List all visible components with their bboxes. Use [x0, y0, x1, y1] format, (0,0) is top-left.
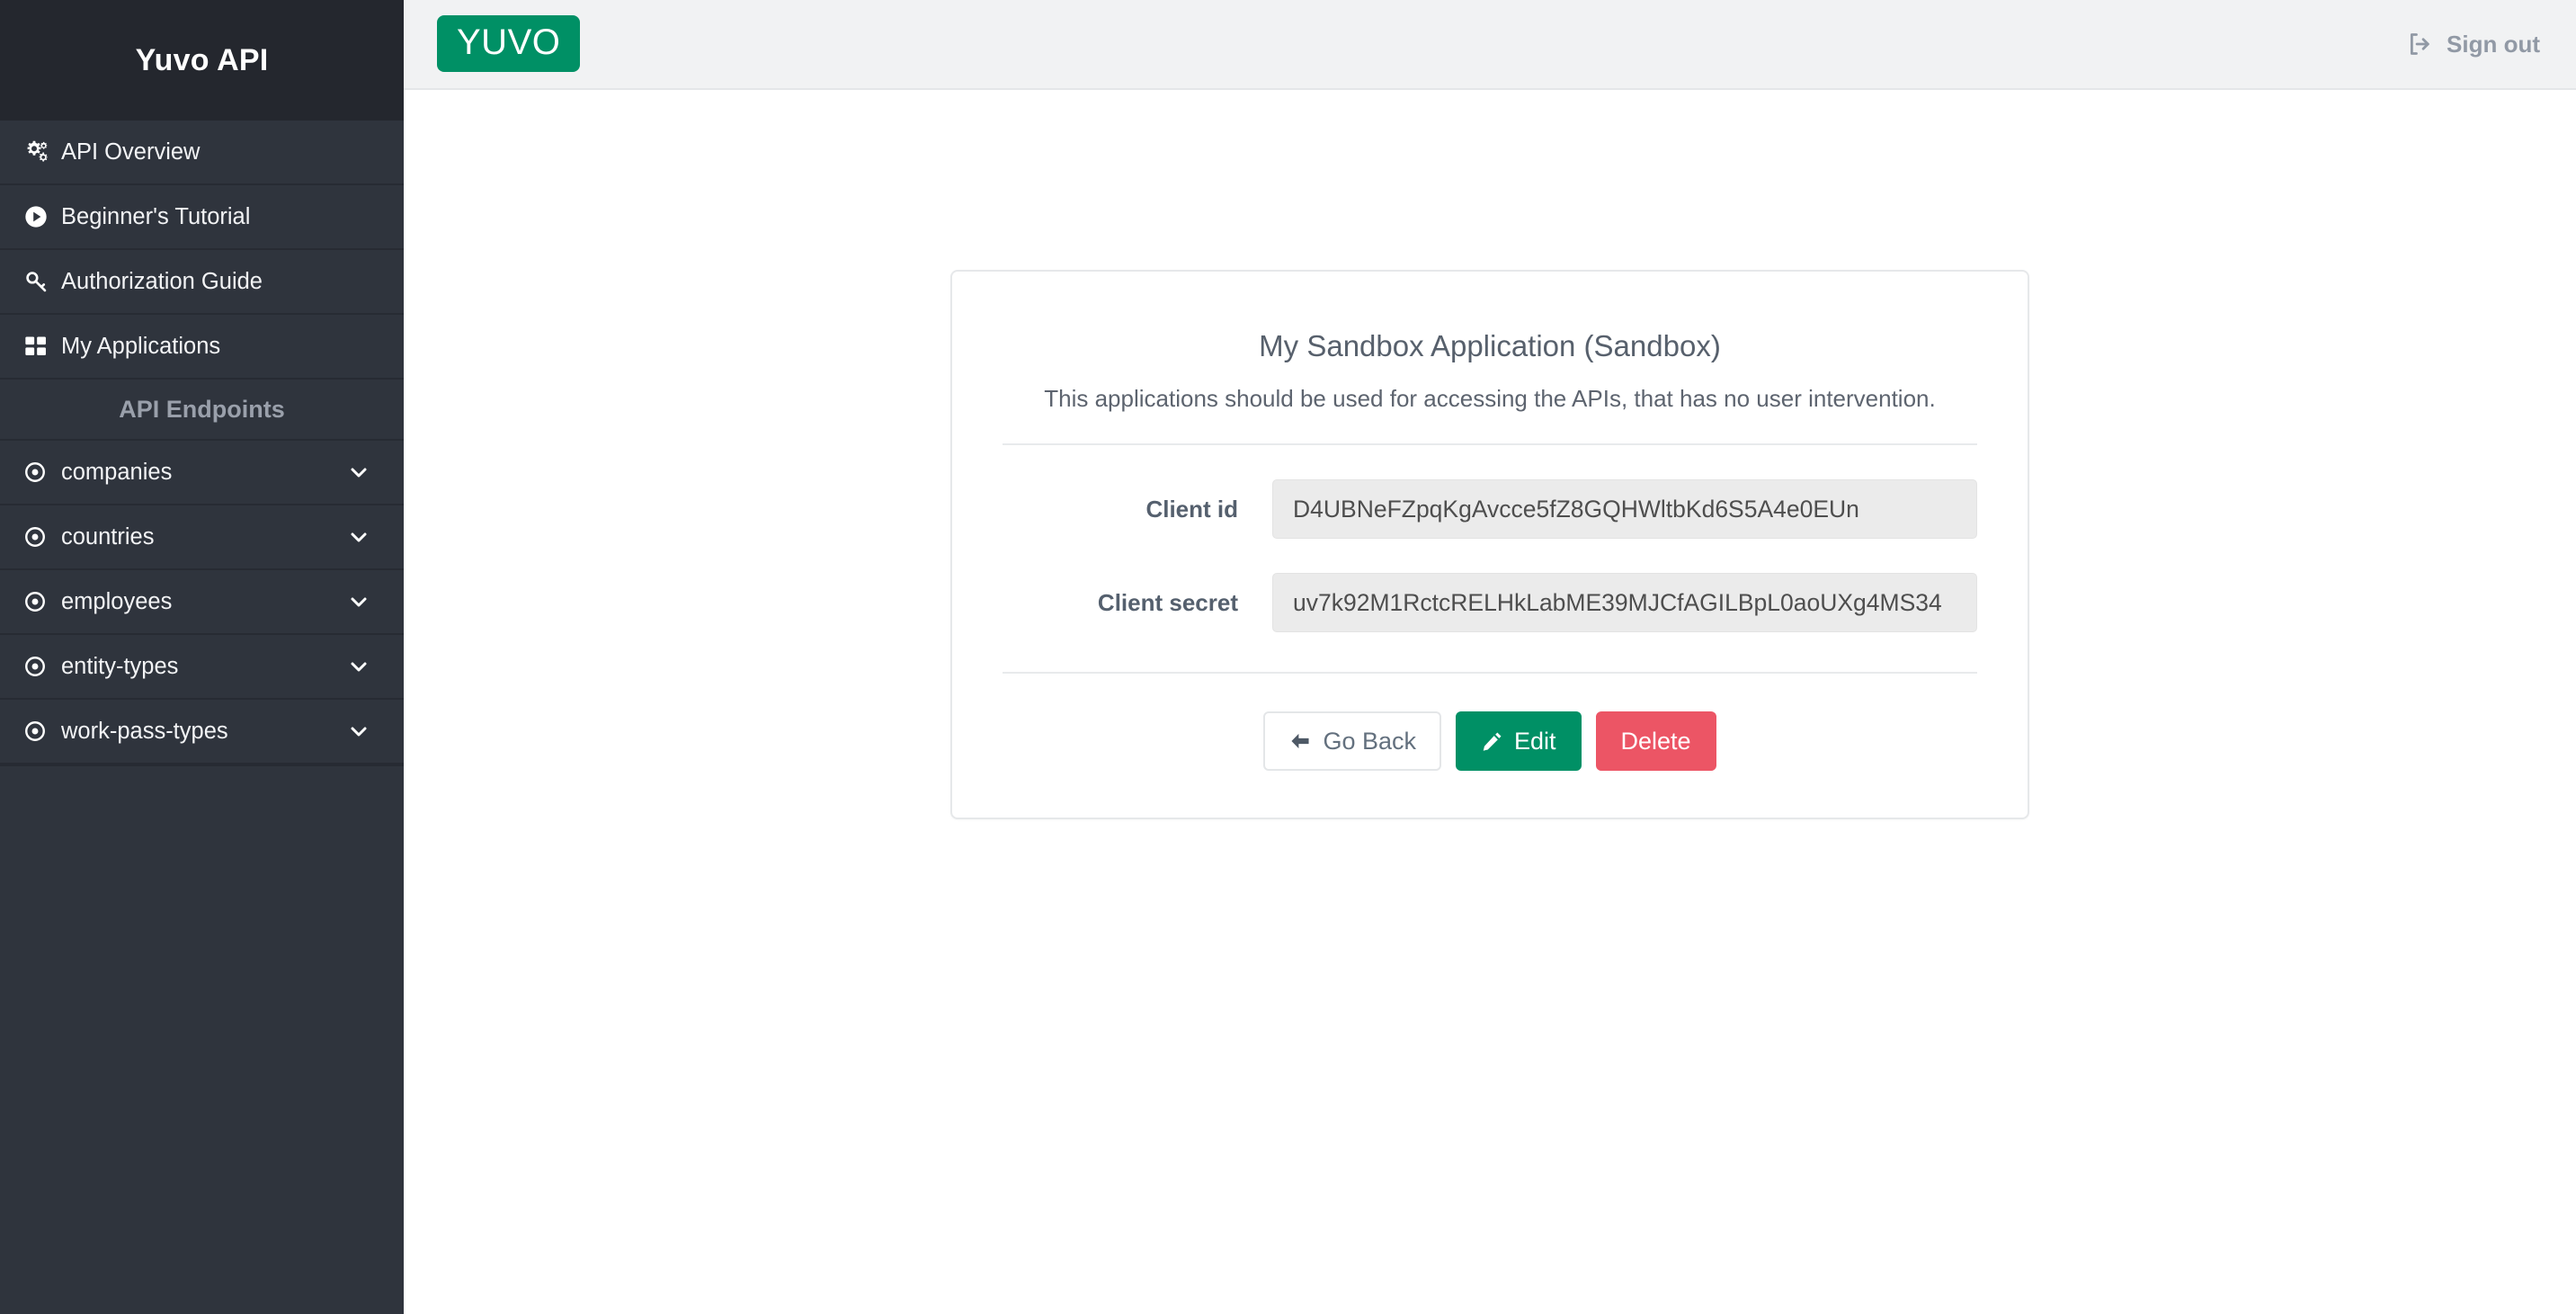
sidebar-endpoint-label: entity-types: [61, 653, 179, 679]
play-circle-icon: [23, 199, 61, 235]
sidebar-item-api-overview[interactable]: API Overview: [0, 121, 404, 185]
client-secret-label: Client secret: [1097, 588, 1238, 616]
sidebar-item-label: API Overview: [61, 139, 201, 165]
main-area: YUVO Sign out My Sandbox Application (Sa…: [404, 0, 2576, 1314]
sign-out-label: Sign out: [2447, 30, 2540, 58]
sidebar-endpoint-employees[interactable]: employees: [0, 570, 404, 635]
delete-label: Delete: [1620, 727, 1691, 755]
key-icon: [23, 264, 61, 299]
client-secret-field[interactable]: uv7k92M1RctcRELHkLabME39MJCfAGILBpL0aoUX…: [1272, 573, 1977, 632]
cogs-icon: [23, 134, 61, 170]
dot-circle-icon: [23, 519, 61, 555]
dot-circle-icon: [23, 648, 61, 684]
chevron-down-icon[interactable]: [348, 720, 380, 742]
sidebar-brand-title: Yuvo API: [135, 42, 269, 77]
sidebar-item-label: My Applications: [61, 333, 221, 359]
sidebar-endpoint-label: work-pass-types: [61, 718, 228, 744]
client-id-row: Client id D4UBNeFZpqKgAvcce5fZ8GQHWltbKd…: [1003, 479, 1977, 539]
chevron-down-icon[interactable]: [348, 461, 380, 483]
sidebar-filler: [0, 764, 404, 1314]
dot-circle-icon: [23, 713, 61, 749]
arrow-left-icon: [1288, 729, 1312, 753]
sidebar-endpoint-label: employees: [61, 588, 173, 614]
client-id-field[interactable]: D4UBNeFZpqKgAvcce5fZ8GQHWltbKd6S5A4e0EUn: [1272, 479, 1977, 539]
sidebar-endpoint-label: countries: [61, 523, 155, 550]
page-title: My Sandbox Application (Sandbox): [1259, 329, 1721, 362]
sidebar-endpoint-companies[interactable]: companies: [0, 441, 404, 505]
sidebar-endpoint-work-pass-types[interactable]: work-pass-types: [0, 700, 404, 764]
sign-out-button[interactable]: Sign out: [2407, 31, 2545, 58]
chevron-down-icon[interactable]: [348, 526, 380, 548]
sidebar-section-label: API Endpoints: [119, 395, 285, 423]
go-back-label: Go Back: [1323, 727, 1416, 755]
pencil-icon: [1481, 730, 1503, 753]
sign-out-icon: [2407, 31, 2432, 57]
client-secret-row: Client secret uv7k92M1RctcRELHkLabME39MJ…: [1003, 573, 1977, 632]
dot-circle-icon: [23, 584, 61, 620]
chevron-down-icon[interactable]: [348, 591, 380, 612]
sidebar: Yuvo API API Overview Beginner's Tutoria…: [0, 0, 404, 1314]
edit-button[interactable]: Edit: [1455, 711, 1582, 771]
go-back-button[interactable]: Go Back: [1263, 711, 1441, 771]
delete-button[interactable]: Delete: [1595, 711, 1716, 771]
edit-label: Edit: [1513, 727, 1556, 755]
sidebar-endpoint-entity-types[interactable]: entity-types: [0, 635, 404, 700]
sidebar-item-label: Authorization Guide: [61, 268, 263, 294]
application-detail-card: My Sandbox Application (Sandbox) This ap…: [950, 270, 2029, 819]
action-button-row: Go Back Edit Delete: [1003, 711, 1977, 771]
page-subtitle: This applications should be used for acc…: [1003, 385, 1977, 445]
client-id-label: Client id: [1145, 495, 1238, 523]
sidebar-endpoint-label: companies: [61, 459, 173, 485]
topbar: YUVO Sign out: [404, 0, 2576, 90]
sidebar-item-beginners-tutorial[interactable]: Beginner's Tutorial: [0, 185, 404, 250]
dot-circle-icon: [23, 454, 61, 490]
divider: [1003, 672, 1977, 674]
content-area: My Sandbox Application (Sandbox) This ap…: [404, 90, 2576, 1314]
sidebar-brand: Yuvo API: [0, 0, 404, 121]
app-root: Yuvo API API Overview Beginner's Tutoria…: [0, 0, 2576, 1314]
sidebar-endpoint-countries[interactable]: countries: [0, 505, 404, 570]
chevron-down-icon[interactable]: [348, 656, 380, 677]
yuvo-logo[interactable]: YUVO: [437, 14, 581, 72]
sidebar-item-label: Beginner's Tutorial: [61, 203, 251, 229]
sidebar-item-my-applications[interactable]: My Applications: [0, 315, 404, 380]
sidebar-section-api-endpoints: API Endpoints: [0, 380, 404, 441]
sidebar-item-authorization-guide[interactable]: Authorization Guide: [0, 250, 404, 315]
grid-icon: [23, 328, 61, 364]
